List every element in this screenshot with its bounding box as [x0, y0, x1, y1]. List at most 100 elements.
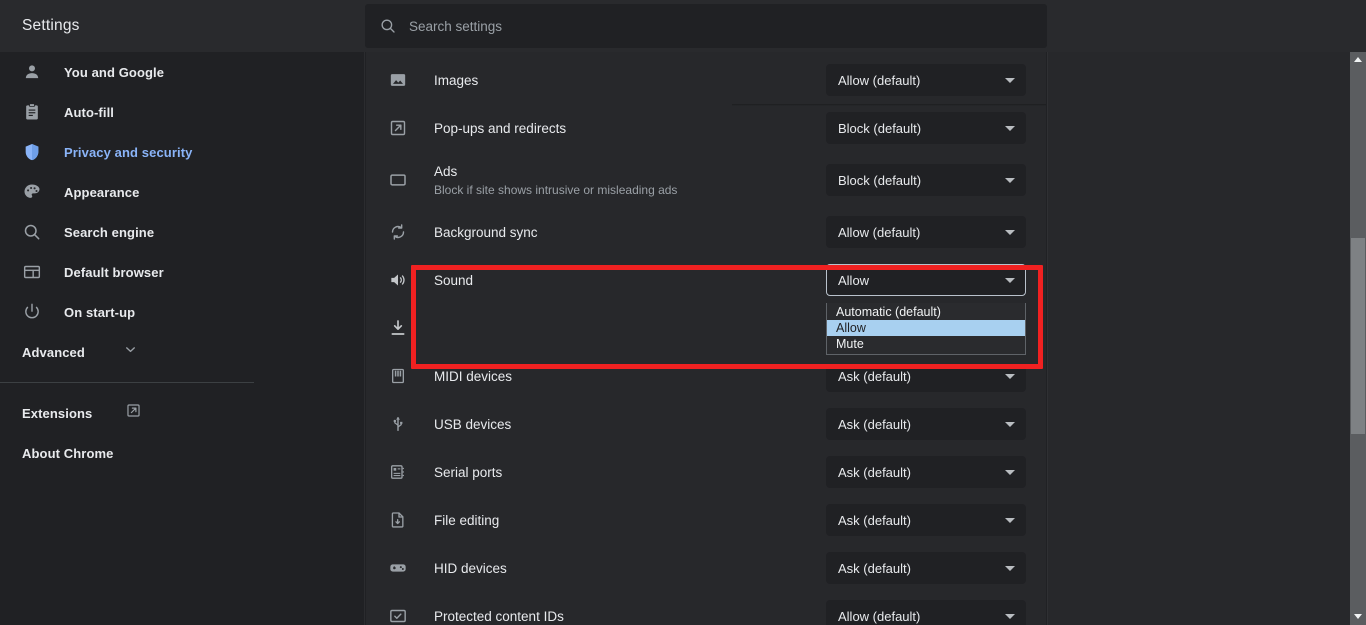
select-value: Allow (default): [838, 73, 1005, 88]
search-icon: [379, 17, 397, 35]
sound-icon: [388, 270, 408, 290]
setting-row-background-sync[interactable]: Background sync Allow (default): [366, 208, 1046, 256]
content-right-gutter: [1047, 52, 1350, 625]
sidebar-item-label: Appearance: [64, 185, 139, 200]
settings-rows: Images Allow (default) Pop-ups and redir…: [366, 52, 1046, 625]
setting-row-popups-and-redirects[interactable]: Pop-ups and redirects Block (default): [366, 104, 1046, 152]
setting-select-hid-devices[interactable]: Ask (default): [826, 552, 1026, 584]
chevron-down-icon: [1005, 126, 1015, 131]
sound-dropdown-list[interactable]: Automatic (default) Allow Mute: [826, 303, 1026, 355]
usb-icon: [388, 414, 408, 434]
select-value: Ask (default): [838, 369, 1005, 384]
serial-port-icon: [388, 462, 408, 482]
ads-icon: [388, 170, 408, 190]
sidebar-item-label: About Chrome: [22, 446, 113, 461]
setting-row-file-editing[interactable]: File editing Ask (default): [366, 496, 1046, 544]
sidebar-item-you-and-google[interactable]: You and Google: [0, 52, 364, 92]
sidebar-item-label: Extensions: [22, 406, 92, 421]
chevron-down-icon: [1005, 566, 1015, 571]
sidebar-item-label: Privacy and security: [64, 145, 192, 160]
select-value: Allow (default): [838, 225, 1005, 240]
search-box[interactable]: [365, 4, 1047, 48]
setting-row-hid-devices[interactable]: HID devices Ask (default): [366, 544, 1046, 592]
scrollbar-thumb[interactable]: [1351, 238, 1365, 434]
scroll-down-button[interactable]: [1350, 609, 1366, 625]
sidebar-item-default-browser[interactable]: Default browser: [0, 252, 364, 292]
sidebar-item-label: Search engine: [64, 225, 154, 240]
file-edit-icon: [388, 510, 408, 530]
sidebar-item-label: Auto-fill: [64, 105, 114, 120]
dropdown-option-automatic[interactable]: Automatic (default): [827, 304, 1025, 320]
setting-select-serial-ports[interactable]: Ask (default): [826, 456, 1026, 488]
download-icon: [388, 318, 408, 338]
sidebar-item-label: You and Google: [64, 65, 164, 80]
settings-content: Images Allow (default) Pop-ups and redir…: [366, 52, 1046, 625]
palette-icon: [22, 182, 42, 202]
select-value: Ask (default): [838, 561, 1005, 576]
setting-row-serial-ports[interactable]: Serial ports Ask (default): [366, 448, 1046, 496]
setting-select-background-sync[interactable]: Allow (default): [826, 216, 1026, 248]
setting-select-popups-and-redirects[interactable]: Block (default): [826, 112, 1026, 144]
power-icon: [22, 302, 42, 322]
setting-select-usb-devices[interactable]: Ask (default): [826, 408, 1026, 440]
sidebar-divider: [0, 382, 254, 383]
setting-row-usb-devices[interactable]: USB devices Ask (default): [366, 400, 1046, 448]
setting-row-ads[interactable]: Ads Block if site shows intrusive or mis…: [366, 152, 1046, 208]
page-title: Settings: [0, 17, 365, 35]
select-value: Block (default): [838, 173, 1005, 188]
setting-select-file-editing[interactable]: Ask (default): [826, 504, 1026, 536]
shield-icon: [22, 142, 42, 162]
sidebar-item-search-engine[interactable]: Search engine: [0, 212, 364, 252]
hid-icon: [388, 558, 408, 578]
chevron-down-icon: [1005, 614, 1015, 619]
sidebar: You and Google Auto-fill Privacy and sec…: [0, 52, 365, 625]
search-icon: [22, 222, 42, 242]
dropdown-option-allow[interactable]: Allow: [827, 320, 1025, 336]
sidebar-item-privacy-and-security[interactable]: Privacy and security: [0, 132, 364, 172]
chevron-down-icon: [1005, 470, 1015, 475]
sidebar-advanced-toggle[interactable]: Advanced: [0, 332, 268, 372]
sync-icon: [388, 222, 408, 242]
setting-select-images[interactable]: Allow (default): [826, 64, 1026, 96]
sidebar-item-label: Default browser: [64, 265, 164, 280]
select-value: Ask (default): [838, 417, 1005, 432]
external-link-icon: [125, 402, 142, 424]
select-value: Block (default): [838, 121, 1005, 136]
chevron-down-icon: [1005, 78, 1015, 83]
setting-select-ads[interactable]: Block (default): [826, 164, 1026, 196]
chevron-down-icon: [1005, 374, 1015, 379]
sidebar-advanced-label: Advanced: [22, 345, 85, 360]
chevron-down-icon: [1005, 230, 1015, 235]
dropdown-option-mute[interactable]: Mute: [827, 336, 1025, 352]
protected-content-icon: [388, 606, 408, 625]
clipboard-icon: [22, 102, 42, 122]
person-icon: [22, 62, 42, 82]
sidebar-item-appearance[interactable]: Appearance: [0, 172, 364, 212]
triangle-down-icon: [1354, 614, 1362, 619]
sidebar-item-on-start-up[interactable]: On start-up: [0, 292, 364, 332]
setting-row-images[interactable]: Images Allow (default): [366, 56, 1046, 104]
sidebar-item-auto-fill[interactable]: Auto-fill: [0, 92, 364, 132]
vertical-scrollbar[interactable]: [1350, 52, 1366, 625]
chevron-down-icon: [1005, 178, 1015, 183]
select-value: Ask (default): [838, 513, 1005, 528]
search-input[interactable]: [409, 19, 1033, 34]
image-icon: [388, 70, 408, 90]
sidebar-item-extensions[interactable]: Extensions: [0, 393, 260, 433]
top-bar-right-filler: [1047, 0, 1366, 52]
chevron-down-icon: [1005, 278, 1015, 283]
sidebar-item-about-chrome[interactable]: About Chrome: [0, 433, 260, 473]
chevron-down-icon: [1005, 518, 1015, 523]
setting-row-midi-devices[interactable]: MIDI devices Ask (default): [366, 352, 1046, 400]
settings-window: Settings You and Google Auto-fill: [0, 0, 1366, 625]
select-value: Allow (default): [838, 609, 1005, 624]
midi-icon: [388, 366, 408, 386]
popup-icon: [388, 118, 408, 138]
setting-row-sound[interactable]: Sound Allow Automatic (default) Allow Mu…: [366, 256, 1046, 304]
browser-window-icon: [22, 262, 42, 282]
scroll-up-button[interactable]: [1350, 52, 1366, 68]
setting-select-midi-devices[interactable]: Ask (default): [826, 360, 1026, 392]
setting-select-protected-content-ids[interactable]: Allow (default): [826, 600, 1026, 625]
setting-select-sound[interactable]: Allow: [826, 264, 1026, 296]
setting-row-protected-content-ids[interactable]: Protected content IDs Allow (default): [366, 592, 1046, 625]
